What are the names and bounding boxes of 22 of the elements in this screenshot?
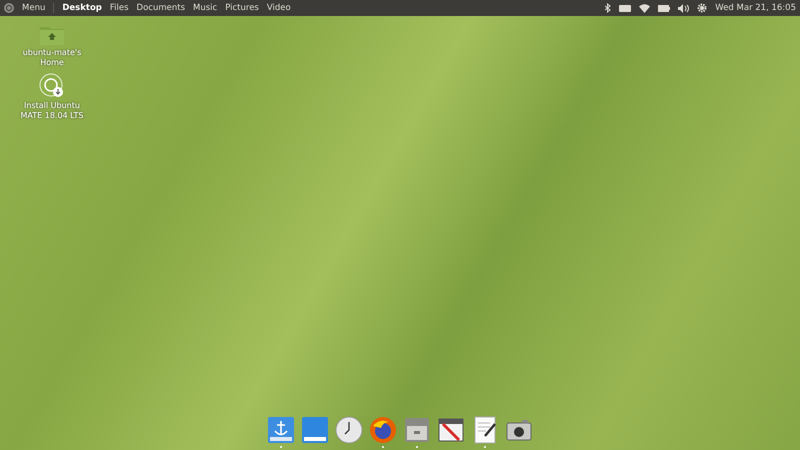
places-menu-item[interactable]: Files <box>110 3 129 13</box>
clock-text[interactable]: Wed Mar 21, 16:05 <box>715 3 796 13</box>
places-menu-item[interactable]: Video <box>266 3 291 13</box>
places-menu-item[interactable]: Documents <box>136 3 185 13</box>
menu-logo-icon[interactable] <box>4 3 14 13</box>
menu-button[interactable]: Menu <box>22 3 46 13</box>
installer-disc-icon[interactable] <box>39 73 65 100</box>
bluetooth-icon[interactable] <box>605 3 612 13</box>
anchor-icon[interactable] <box>267 416 295 444</box>
cabinet-icon[interactable] <box>403 416 431 444</box>
places-menu-item[interactable]: Desktop <box>62 3 102 13</box>
window-icon[interactable] <box>301 416 329 444</box>
places-menu-item[interactable]: Music <box>193 3 218 13</box>
volume-icon[interactable] <box>678 4 690 12</box>
places-menu-item[interactable]: Pictures <box>225 3 259 13</box>
tools-icon[interactable] <box>437 416 465 444</box>
keyboard-icon[interactable] <box>619 4 632 12</box>
settings-icon[interactable] <box>697 3 708 13</box>
battery-icon[interactable] <box>658 4 670 12</box>
browser-icon[interactable] <box>369 416 397 444</box>
wifi-icon[interactable] <box>639 4 650 12</box>
home-folder-icon[interactable] <box>39 24 65 46</box>
